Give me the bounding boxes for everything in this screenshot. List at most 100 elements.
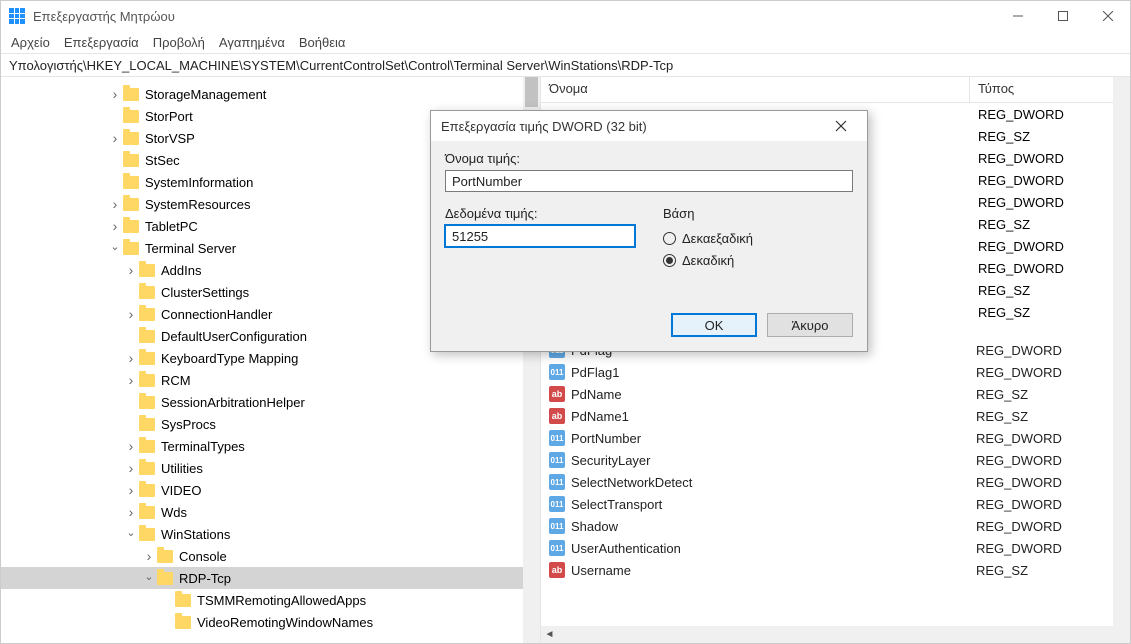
chevron-right-icon[interactable] xyxy=(123,482,139,498)
chevron-right-icon[interactable] xyxy=(107,130,123,146)
chevron-right-icon[interactable] xyxy=(107,86,123,102)
tree-item[interactable]: TerminalTypes xyxy=(1,435,540,457)
value-row[interactable]: 011SelectNetworkDetectREG_DWORD xyxy=(541,471,1130,493)
string-value-icon: ab xyxy=(549,386,565,402)
value-row[interactable]: 011SecurityLayerREG_DWORD xyxy=(541,449,1130,471)
value-type: REG_SZ xyxy=(976,563,1028,578)
menu-help[interactable]: Βοήθεια xyxy=(299,35,346,50)
value-type: REG_SZ xyxy=(976,387,1028,402)
column-headers: Όνομα Τύπος xyxy=(541,77,1130,103)
value-row[interactable]: abPdName1REG_SZ xyxy=(541,405,1130,427)
value-type: REG_DWORD xyxy=(976,365,1062,380)
dialog-close-button[interactable] xyxy=(825,111,857,141)
cancel-button[interactable]: Άκυρο xyxy=(767,313,853,337)
value-type: REG_SZ xyxy=(978,305,1064,327)
chevron-right-icon[interactable] xyxy=(123,350,139,366)
tree-item[interactable]: TSMMRemotingAllowedApps xyxy=(1,589,540,611)
tree-item[interactable]: RCM xyxy=(1,369,540,391)
tree-item[interactable]: VIDEO xyxy=(1,479,540,501)
folder-icon xyxy=(139,264,155,277)
value-row[interactable]: 011ShadowREG_DWORD xyxy=(541,515,1130,537)
value-data-input[interactable] xyxy=(445,225,635,247)
folder-icon xyxy=(139,286,155,299)
chevron-right-icon[interactable] xyxy=(123,504,139,520)
value-row[interactable]: 011PortNumberREG_DWORD xyxy=(541,427,1130,449)
string-value-icon: ab xyxy=(549,408,565,424)
tree-item-selected[interactable]: RDP-Tcp xyxy=(1,567,540,589)
horizontal-scrollbar[interactable]: ◄ ► xyxy=(541,626,1130,643)
folder-icon xyxy=(123,110,139,123)
radio-icon xyxy=(663,254,676,267)
column-header-name[interactable]: Όνομα xyxy=(541,77,970,102)
menu-file[interactable]: Αρχείο xyxy=(11,35,50,50)
binary-value-icon: 011 xyxy=(549,430,565,446)
vertical-scrollbar[interactable] xyxy=(1113,77,1130,643)
value-row[interactable]: 011SelectTransportREG_DWORD xyxy=(541,493,1130,515)
folder-icon xyxy=(139,528,155,541)
value-row[interactable]: ab PdNameREG_SZ xyxy=(541,383,1130,405)
tree-item[interactable]: VideoRemotingWindowNames xyxy=(1,611,540,633)
menu-edit[interactable]: Επεξεργασία xyxy=(64,35,139,50)
menu-view[interactable]: Προβολή xyxy=(153,35,205,50)
folder-icon xyxy=(139,440,155,453)
value-type: REG_DWORD xyxy=(976,497,1062,512)
value-name: PdName xyxy=(571,387,976,402)
value-name: PdName1 xyxy=(571,409,976,424)
folder-icon xyxy=(123,242,139,255)
chevron-down-icon[interactable] xyxy=(141,570,157,586)
value-type: REG_DWORD xyxy=(978,261,1064,283)
folder-icon xyxy=(139,308,155,321)
folder-icon xyxy=(123,132,139,145)
chevron-right-icon[interactable] xyxy=(123,262,139,278)
value-row[interactable]: abUsernameREG_SZ xyxy=(541,559,1130,581)
radio-decimal[interactable]: Δεκαδική xyxy=(663,249,753,271)
menubar: Αρχείο Επεξεργασία Προβολή Αγαπημένα Βοή… xyxy=(1,31,1130,53)
value-row[interactable]: 011PdFlag1REG_DWORD xyxy=(541,361,1130,383)
string-value-icon: ab xyxy=(549,562,565,578)
value-name: SecurityLayer xyxy=(571,453,976,468)
edit-dword-dialog: Επεξεργασία τιμής DWORD (32 bit) Όνομα τ… xyxy=(430,110,868,352)
value-type: REG_DWORD xyxy=(976,519,1062,534)
binary-value-icon: 011 xyxy=(549,452,565,468)
scroll-left-icon[interactable]: ◄ xyxy=(541,626,558,643)
value-name: SelectTransport xyxy=(571,497,976,512)
folder-icon xyxy=(157,572,173,585)
tree-item[interactable]: SessionArbitrationHelper xyxy=(1,391,540,413)
chevron-right-icon[interactable] xyxy=(123,372,139,388)
close-button[interactable] xyxy=(1085,1,1130,31)
value-row[interactable]: 011UserAuthenticationREG_DWORD xyxy=(541,537,1130,559)
chevron-down-icon[interactable] xyxy=(107,240,123,256)
chevron-right-icon[interactable] xyxy=(123,306,139,322)
tree-item[interactable]: Console xyxy=(1,545,540,567)
tree-item[interactable]: Utilities xyxy=(1,457,540,479)
address-bar[interactable]: Υπολογιστής\HKEY_LOCAL_MACHINE\SYSTEM\Cu… xyxy=(1,53,1130,77)
value-type: REG_DWORD xyxy=(976,541,1062,556)
binary-value-icon: 011 xyxy=(549,474,565,490)
tree-item[interactable]: StorageManagement xyxy=(1,83,540,105)
chevron-right-icon[interactable] xyxy=(123,460,139,476)
value-type: REG_DWORD xyxy=(978,195,1064,217)
tree-item[interactable]: Wds xyxy=(1,501,540,523)
folder-icon xyxy=(139,374,155,387)
minimize-button[interactable] xyxy=(995,1,1040,31)
value-name-input[interactable] xyxy=(445,170,853,192)
radio-hexadecimal[interactable]: Δεκαεξαδική xyxy=(663,227,753,249)
column-header-type[interactable]: Τύπος xyxy=(970,77,1130,102)
dialog-titlebar[interactable]: Επεξεργασία τιμής DWORD (32 bit) xyxy=(431,111,867,141)
ok-button[interactable]: OK xyxy=(671,313,757,337)
chevron-down-icon[interactable] xyxy=(123,526,139,542)
chevron-right-icon[interactable] xyxy=(107,196,123,212)
binary-value-icon: 011 xyxy=(549,364,565,380)
tree-item[interactable]: WinStations xyxy=(1,523,540,545)
value-type: REG_SZ xyxy=(978,217,1064,239)
titlebar[interactable]: Επεξεργαστής Μητρώου xyxy=(1,1,1130,31)
folder-icon xyxy=(139,506,155,519)
maximize-button[interactable] xyxy=(1040,1,1085,31)
folder-icon xyxy=(123,198,139,211)
chevron-right-icon[interactable] xyxy=(107,218,123,234)
chevron-right-icon[interactable] xyxy=(141,548,157,564)
menu-favorites[interactable]: Αγαπημένα xyxy=(219,35,285,50)
chevron-right-icon[interactable] xyxy=(123,438,139,454)
regedit-icon xyxy=(9,8,25,24)
tree-item[interactable]: SysProcs xyxy=(1,413,540,435)
